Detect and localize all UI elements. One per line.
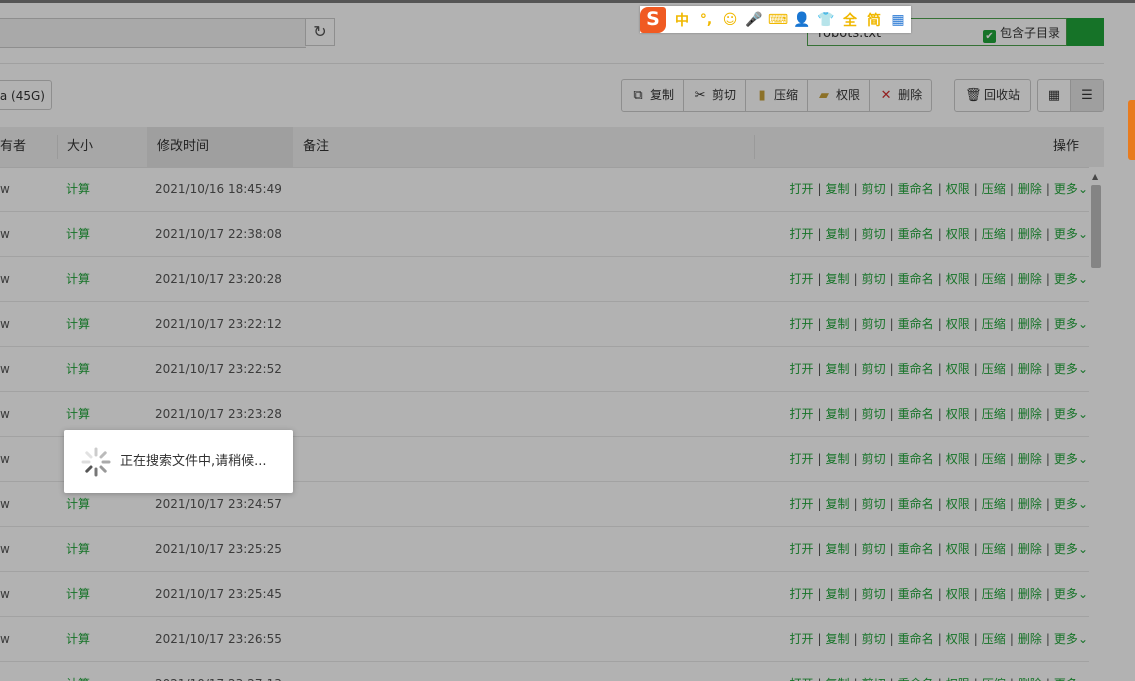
- ime-item[interactable]: ☺: [718, 12, 742, 28]
- ime-item[interactable]: 👕: [814, 12, 838, 28]
- loading-text: 正在搜索文件中,请稍候...: [120, 454, 267, 469]
- ime-item[interactable]: 中: [670, 10, 694, 30]
- ime-item[interactable]: 简: [862, 10, 886, 30]
- ime-toolbar: S 中 °, ☺ 🎤 ⌨ 👤 👕 全 简 ▦: [640, 6, 911, 33]
- ime-item[interactable]: ⌨: [766, 12, 790, 28]
- ime-item[interactable]: °,: [694, 12, 718, 28]
- side-tab[interactable]: [1128, 100, 1135, 160]
- ime-item[interactable]: 🎤: [742, 12, 766, 28]
- ime-item[interactable]: 👤: [790, 12, 814, 28]
- sogou-logo-icon[interactable]: S: [640, 6, 666, 33]
- ime-item[interactable]: ▦: [886, 12, 910, 28]
- ime-item[interactable]: 全: [838, 10, 862, 30]
- modal-overlay: [0, 0, 1135, 681]
- loading-dialog: 正在搜索文件中,请稍候...: [64, 430, 293, 493]
- spinner-icon: [81, 447, 111, 477]
